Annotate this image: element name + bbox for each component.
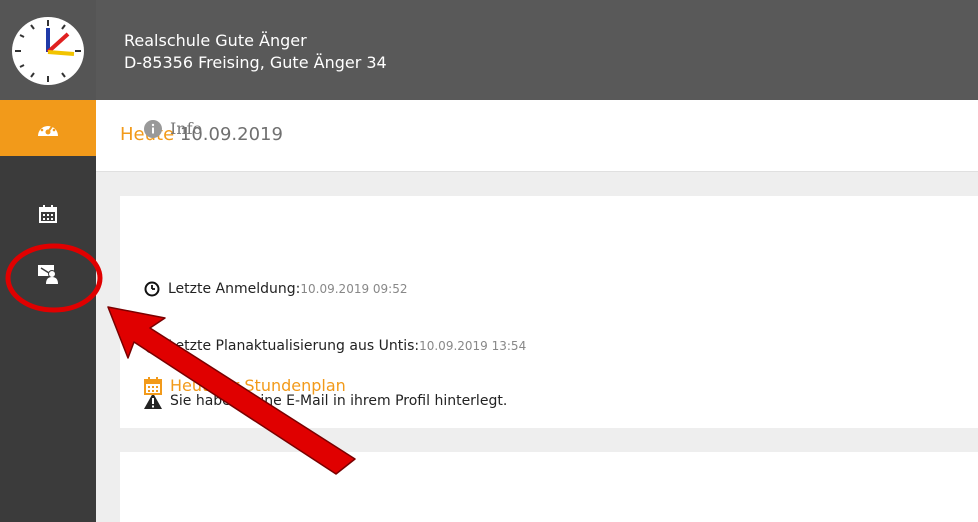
email-warning-text: Sie haben keine E-Mail in ihrem Profil h… bbox=[170, 393, 508, 409]
info-row-plan-update: Letzte Planaktualisierung aus Untis:10.0… bbox=[144, 338, 526, 354]
main-content: Heute 10.09.2019 bbox=[96, 100, 978, 522]
sidebar-item-teacher[interactable] bbox=[0, 246, 96, 302]
page-titlebar: Heute 10.09.2019 bbox=[96, 100, 978, 172]
sidebar-item-calendar[interactable] bbox=[0, 186, 96, 242]
dashboard-icon bbox=[38, 121, 58, 136]
warning-icon bbox=[144, 393, 162, 409]
info-row-email-warning: Sie haben keine E-Mail in ihrem Profil h… bbox=[144, 393, 507, 409]
plan-card bbox=[120, 452, 978, 522]
info-heading-label: Info bbox=[170, 119, 203, 138]
calendar-icon bbox=[144, 376, 162, 395]
sidebar bbox=[0, 100, 96, 522]
info-row-last-login: Letzte Anmeldung:10.09.2019 09:52 bbox=[144, 281, 408, 297]
logo-area[interactable] bbox=[0, 0, 96, 100]
clock-icon bbox=[144, 281, 160, 297]
teacher-board-icon bbox=[38, 265, 58, 284]
plan-heading[interactable]: Heutiger Stundenplan bbox=[144, 376, 346, 395]
school-address: D-85356 Freising, Gute Änger 34 bbox=[124, 53, 387, 72]
clock-logo-icon bbox=[12, 17, 84, 85]
plan-heading-label: Heutiger Stundenplan bbox=[170, 376, 346, 395]
plan-update-value: 10.09.2019 13:54 bbox=[419, 339, 527, 353]
calendar-icon bbox=[39, 205, 57, 223]
info-heading: Info bbox=[144, 119, 202, 138]
last-login-value: 10.09.2019 09:52 bbox=[300, 282, 408, 296]
school-name: Realschule Gute Änger bbox=[124, 31, 307, 50]
sidebar-item-dashboard[interactable] bbox=[0, 100, 96, 156]
top-header: Realschule Gute Änger D-85356 Freising, … bbox=[0, 0, 978, 100]
school-info: Realschule Gute Änger D-85356 Freising, … bbox=[124, 30, 387, 74]
app-root: Realschule Gute Änger D-85356 Freising, … bbox=[0, 0, 978, 522]
plan-update-label: Letzte Planaktualisierung aus Untis: bbox=[168, 338, 420, 354]
last-login-label: Letzte Anmeldung: bbox=[168, 281, 301, 297]
info-icon bbox=[144, 119, 162, 138]
clock-icon bbox=[144, 338, 160, 354]
